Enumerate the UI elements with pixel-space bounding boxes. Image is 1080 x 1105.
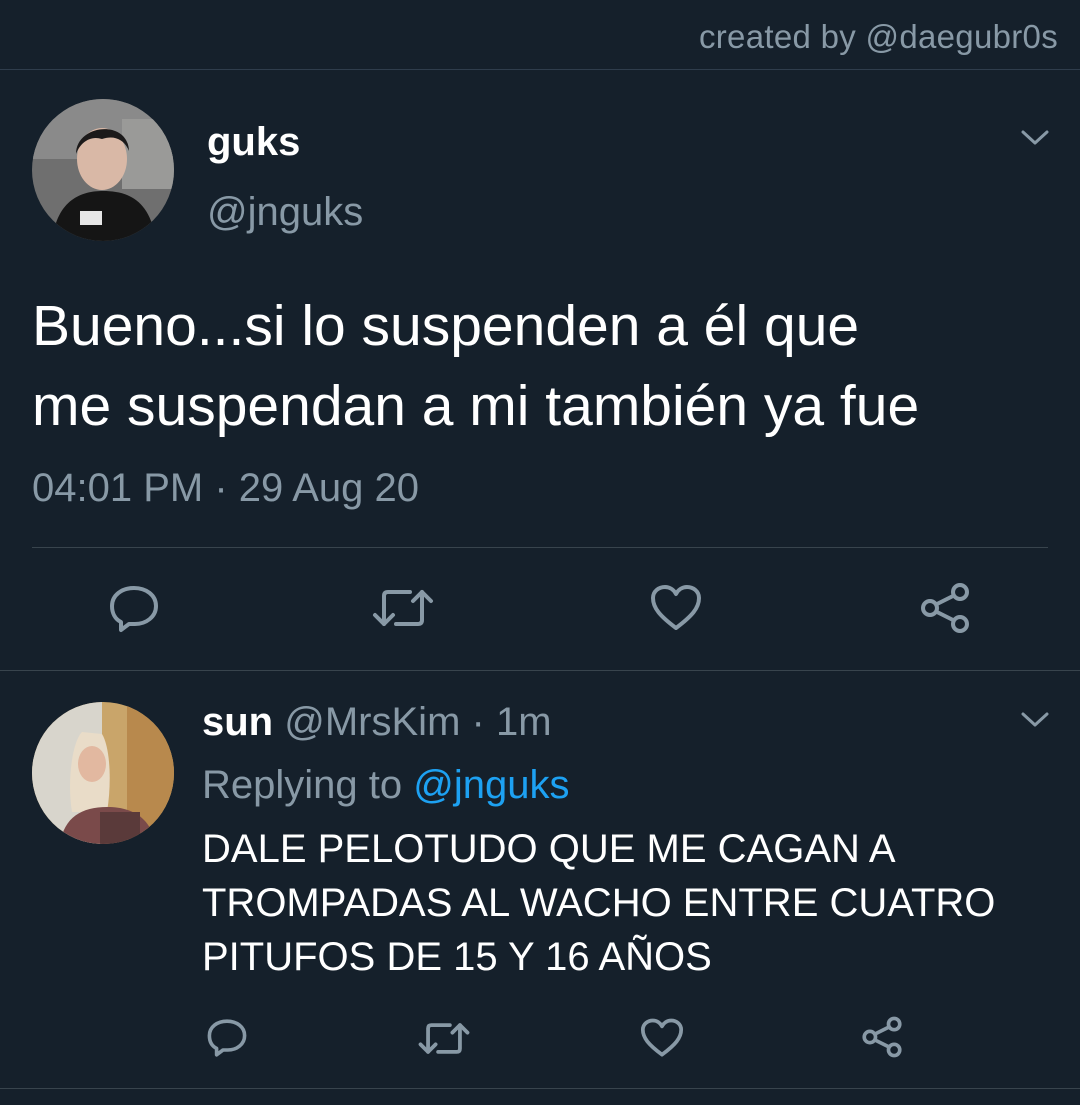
reply-handle[interactable]: @MrsKim — [284, 700, 460, 744]
share-icon — [862, 1016, 902, 1058]
user-photo-avatar-icon — [32, 99, 174, 241]
share-icon — [921, 583, 969, 633]
reply-display-name[interactable]: sun — [202, 700, 273, 744]
divider — [0, 670, 1080, 671]
reply-age[interactable]: 1m — [496, 700, 552, 744]
tweet-text: Bueno...si lo suspenden a él que me susp… — [32, 286, 1052, 446]
header-separator: · — [471, 700, 485, 744]
retweet-button[interactable] — [418, 1020, 470, 1057]
retweet-button[interactable] — [372, 586, 434, 630]
reply-text-line: TROMPADAS AL WACHO ENTRE CUATRO — [202, 881, 996, 925]
reply-text-line: PITUFOS DE 15 Y 16 AÑOS — [202, 935, 712, 979]
chevron-down-icon[interactable] — [1020, 128, 1050, 148]
main-tweet-avatar[interactable] — [32, 99, 174, 241]
credit-bar: created by @daegubr0s — [0, 0, 1080, 70]
reply-text-line: DALE PELOTUDO QUE ME CAGAN A — [202, 827, 896, 871]
divider — [0, 1088, 1080, 1089]
reply-button[interactable] — [108, 584, 160, 634]
tweet-text-line: Bueno...si lo suspenden a él que — [32, 294, 860, 358]
reply-icon — [110, 586, 158, 632]
like-icon — [651, 585, 701, 630]
reply-avatar[interactable] — [32, 702, 174, 844]
replying-prefix: Replying to — [202, 763, 403, 807]
reply-button[interactable] — [206, 1018, 248, 1058]
share-button[interactable] — [918, 582, 972, 634]
reply-text: DALE PELOTUDO QUE ME CAGAN A TROMPADAS A… — [202, 822, 1042, 984]
credit-text: created by @daegubr0s — [698, 18, 1058, 55]
main-display-name[interactable]: guks — [207, 120, 300, 165]
divider — [32, 547, 1048, 548]
retweet-icon — [373, 590, 433, 626]
tweet-text-line: me suspendan a mi también ya fue — [32, 374, 920, 438]
tweet-date: 29 Aug 20 — [238, 466, 419, 510]
timestamp-separator: · — [214, 466, 228, 510]
like-icon — [640, 1018, 684, 1057]
chevron-down-icon[interactable] — [1020, 710, 1050, 730]
reply-header: sun @MrsKim · 1m — [202, 700, 552, 745]
replying-to: Replying to @jnguks — [202, 763, 569, 808]
tweet-timestamp[interactable]: 04:01 PM · 29 Aug 20 — [32, 466, 419, 511]
user-photo-avatar-icon — [32, 702, 174, 844]
retweet-icon — [418, 1023, 470, 1054]
tweet-time: 04:01 PM — [32, 466, 204, 510]
replying-mention-link[interactable]: @jnguks — [413, 763, 569, 807]
share-button[interactable] — [860, 1016, 904, 1058]
reply-icon — [207, 1019, 247, 1057]
like-button[interactable] — [650, 584, 702, 632]
like-button[interactable] — [640, 1018, 684, 1058]
main-handle[interactable]: @jnguks — [207, 190, 363, 235]
